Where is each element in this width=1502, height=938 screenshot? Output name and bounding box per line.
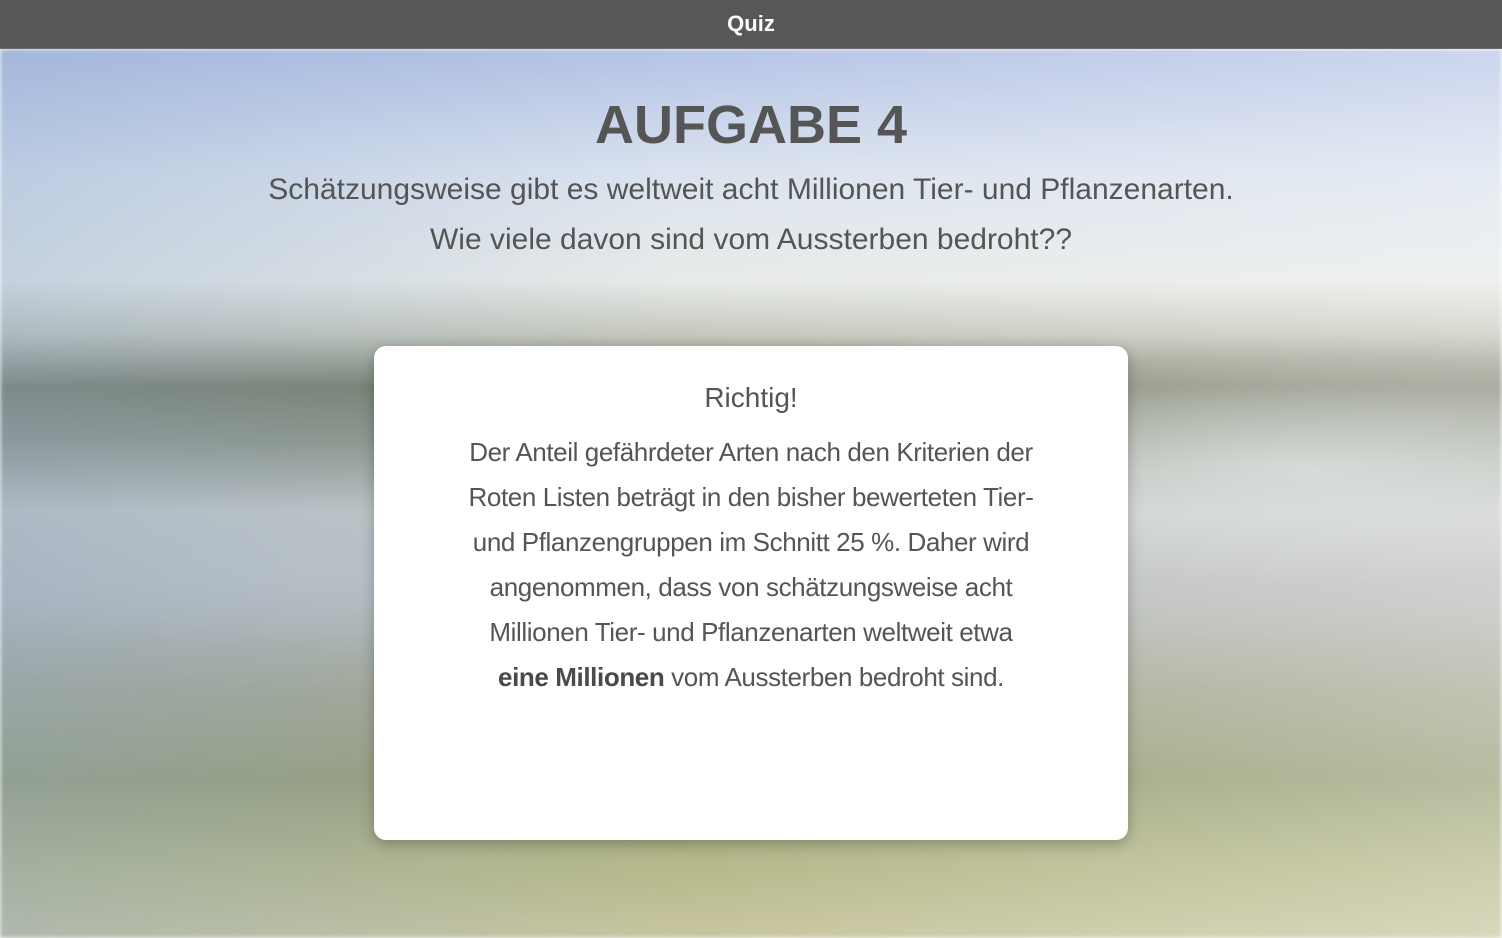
explanation-line: Roten Listen beträgt in den bisher bewer… xyxy=(468,482,1034,512)
task-header: AUFGABE 4 Schätzungsweise gibt es weltwe… xyxy=(0,49,1502,265)
result-label: Richtig! xyxy=(704,382,798,413)
question-text: Schätzungsweise gibt es weltweit acht Mi… xyxy=(0,165,1502,265)
explanation-line: Millionen Tier- und Pflanzenarten weltwe… xyxy=(489,617,1013,647)
feedback-card: Richtig! Der Anteil gefährdeter Arten na… xyxy=(374,346,1128,840)
answer-highlight: eine Millionen xyxy=(498,662,665,692)
question-line: Schätzungsweise gibt es weltweit acht Mi… xyxy=(268,173,1234,206)
title-bar: Quiz xyxy=(0,0,1502,49)
explanation-line: angenommen, dass von schätzungsweise ach… xyxy=(489,572,1013,602)
explanation-ending: vom Aussterben bedroht sind. xyxy=(664,662,1004,692)
explanation-line: und Pflanzengruppen im Schnitt 25 %. Dah… xyxy=(472,527,1030,557)
explanation-text: Der Anteil gefährdeter Arten nach den Kr… xyxy=(374,430,1128,700)
task-heading: AUFGABE 4 xyxy=(594,95,908,155)
explanation-line: Der Anteil gefährdeter Arten nach den Kr… xyxy=(469,437,1033,467)
question-line: Wie viele davon sind vom Aussterben bedr… xyxy=(429,223,1073,256)
explanation-line-final: eine Millionen vom Aussterben bedroht si… xyxy=(374,655,1128,700)
app-title: Quiz xyxy=(727,11,775,36)
